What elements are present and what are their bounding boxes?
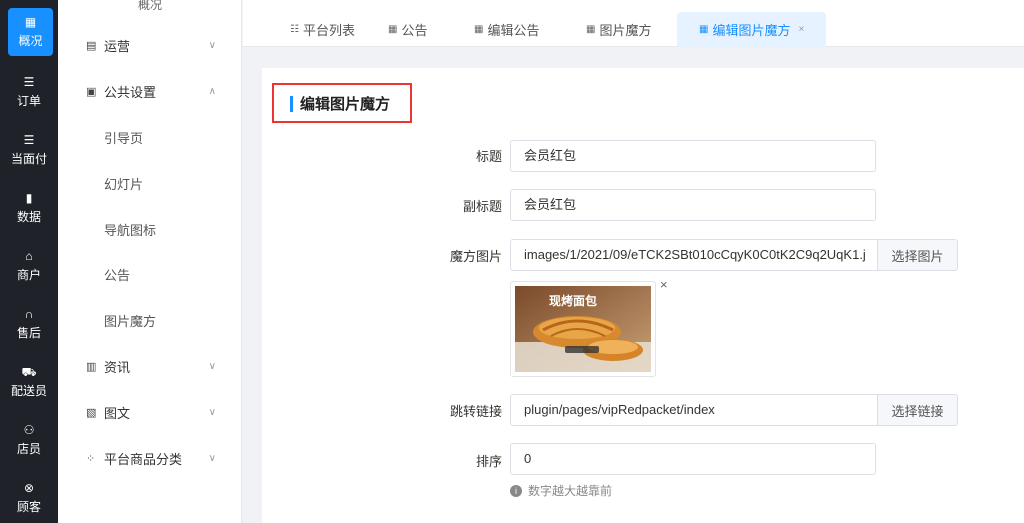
select-link-button[interactable]: 选择链接 xyxy=(878,394,958,426)
list-icon: ☰ xyxy=(23,133,35,147)
rail-item-label: 商户 xyxy=(16,268,41,282)
tab-image-cube[interactable]: ▦ 图片魔方 xyxy=(586,12,651,47)
subtitle-input[interactable]: 会员红包 xyxy=(510,189,876,221)
menu-group-operations[interactable]: ▤ 运营 ∨ xyxy=(58,30,242,60)
menu-item-image-cube[interactable]: 图片魔方 xyxy=(58,305,242,335)
grid-icon: ▦ xyxy=(586,24,596,35)
shop-icon: ▤ xyxy=(86,39,97,52)
rail-item-data[interactable]: ▮ 数据 xyxy=(0,182,58,234)
list-icon: ☰ xyxy=(23,75,35,89)
menu-group-label: 资讯 xyxy=(104,359,131,375)
submenu-header: 概况 xyxy=(137,0,162,12)
tab-label: 编辑公告 xyxy=(487,23,540,38)
rail-item-label: 订单 xyxy=(16,94,41,108)
grid-icon: ▦ xyxy=(24,15,37,29)
tab-label: 平台列表 xyxy=(302,23,355,38)
rail-item-label: 售后 xyxy=(16,326,41,340)
image-preview: 现烤面包 xyxy=(510,281,656,377)
chevron-down-icon: ∨ xyxy=(208,452,216,464)
menu-group-graphics[interactable]: ▧ 图文 ∨ xyxy=(58,397,242,427)
chevron-down-icon: ∨ xyxy=(208,39,216,51)
image-caption: 现烤面包 xyxy=(549,294,598,308)
tab-label: 图片魔方 xyxy=(599,23,652,38)
tab-edit-announcement[interactable]: ▦ 编辑公告 xyxy=(474,12,539,47)
menu-group-news[interactable]: ▥ 资讯 ∨ xyxy=(58,351,242,381)
close-icon[interactable]: × xyxy=(798,24,804,35)
chevron-down-icon: ∨ xyxy=(208,406,216,418)
picture-icon: ▧ xyxy=(86,406,97,419)
rail-item-courier[interactable]: ⛟ 配送员 xyxy=(0,356,58,408)
grid-icon: ▦ xyxy=(388,24,398,35)
tab-label: 编辑图片魔方 xyxy=(712,23,791,38)
menu-group-public-settings[interactable]: ▣ 公共设置 ∧ xyxy=(58,76,242,106)
select-image-button[interactable]: 选择图片 xyxy=(878,239,958,271)
rail-item-label: 配送员 xyxy=(10,384,47,398)
link-label: 跳转链接 xyxy=(449,404,502,419)
title-accent-bar xyxy=(290,96,293,112)
title-input[interactable]: 会员红包 xyxy=(510,140,876,172)
menu-group-label: 运营 xyxy=(104,38,131,54)
sort-hint: i 数字越大越靠前 xyxy=(510,482,612,499)
image-label: 魔方图片 xyxy=(449,249,502,264)
rail-item-orders[interactable]: ☰ 订单 xyxy=(0,66,58,118)
page-title-box: 编辑图片魔方 xyxy=(272,83,412,123)
rail-item-label: 顾客 xyxy=(16,500,41,514)
subtitle-label: 副标题 xyxy=(462,199,502,214)
rail-item-label: 概况 xyxy=(18,34,43,48)
rail-item-face-pay[interactable]: ☰ 当面付 xyxy=(0,124,58,176)
tab-label: 公告 xyxy=(401,23,428,38)
grid-icon: ▦ xyxy=(699,24,709,35)
sort-input[interactable]: 0 xyxy=(510,443,876,475)
menu-item-guide-page[interactable]: 引导页 xyxy=(58,122,242,152)
rail-item-after-sales[interactable]: ∩ 售后 xyxy=(0,298,58,350)
remove-image-icon[interactable]: × xyxy=(660,277,668,292)
customer-icon: ⊗ xyxy=(23,481,35,495)
rail-item-staff[interactable]: ⚇ 店员 xyxy=(0,414,58,466)
grid-icon: ▦ xyxy=(474,24,484,35)
menu-item-nav-icons[interactable]: 导航图标 xyxy=(58,214,242,244)
rail-item-label: 数据 xyxy=(16,210,41,224)
link-path-input[interactable]: plugin/pages/vipRedpacket/index xyxy=(510,394,878,426)
main-nav-rail: ▦ 概况 ☰ 订单 ☰ 当面付 ▮ 数据 ⌂ 商户 ∩ 售后 ⛟ 配送员 ⚇ 店… xyxy=(0,0,58,523)
menu-group-label: 图文 xyxy=(104,405,131,421)
image-icon: ▣ xyxy=(86,85,97,98)
menu-group-label: 公共设置 xyxy=(104,84,157,100)
tab-platform-list[interactable]: ☷ 平台列表 xyxy=(290,12,355,47)
page-title: 编辑图片魔方 xyxy=(300,95,391,113)
tab-edit-image-cube[interactable]: ▦ 编辑图片魔方 × xyxy=(677,12,827,47)
rail-item-label: 当面付 xyxy=(10,152,47,166)
rail-item-customers[interactable]: ⊗ 顾客 xyxy=(0,472,58,523)
category-icon: ⁘ xyxy=(86,452,96,465)
sort-hint-text: 数字越大越靠前 xyxy=(528,484,613,498)
store-icon: ⌂ xyxy=(25,249,33,263)
menu-group-label: 平台商品分类 xyxy=(104,451,183,467)
tab-bar: ☷ 平台列表 ▦ 公告 ▦ 编辑公告 ▦ 图片魔方 ▦ 编辑图片魔方 × xyxy=(243,0,1024,47)
chevron-down-icon: ∨ xyxy=(208,360,216,372)
delivery-icon: ⛟ xyxy=(21,365,37,379)
image-path-input[interactable]: images/1/2021/09/eTCK2SBt010cCqyK0C0tK2C… xyxy=(510,239,878,271)
menu-item-slideshow[interactable]: 幻灯片 xyxy=(58,168,242,198)
news-icon: ▥ xyxy=(86,360,97,373)
menu-group-product-category[interactable]: ⁘ 平台商品分类 ∨ xyxy=(58,443,242,473)
bar-chart-icon: ▮ xyxy=(25,191,33,205)
rail-item-overview[interactable]: ▦ 概况 xyxy=(8,8,53,56)
tab-announcement[interactable]: ▦ 公告 xyxy=(388,12,427,47)
sort-label: 排序 xyxy=(475,454,502,469)
edit-form-card: 编辑图片魔方 标题 会员红包 副标题 会员红包 魔方图片 images/1/20… xyxy=(262,68,1024,523)
menu-item-announcement[interactable]: 公告 xyxy=(58,259,242,289)
chevron-up-icon: ∧ xyxy=(208,85,216,97)
title-label: 标题 xyxy=(475,149,502,164)
rail-item-merchant[interactable]: ⌂ 商户 xyxy=(0,240,58,292)
users-icon: ⚇ xyxy=(23,423,35,437)
list-icon: ☷ xyxy=(290,24,299,35)
rail-item-label: 店员 xyxy=(16,442,41,456)
secondary-menu: 概况 ▤ 运营 ∨ ▣ 公共设置 ∧ 引导页 幻灯片 导航图标 公告 图片魔方 … xyxy=(58,0,242,523)
headset-icon: ∩ xyxy=(24,307,34,321)
info-icon: i xyxy=(510,484,522,497)
